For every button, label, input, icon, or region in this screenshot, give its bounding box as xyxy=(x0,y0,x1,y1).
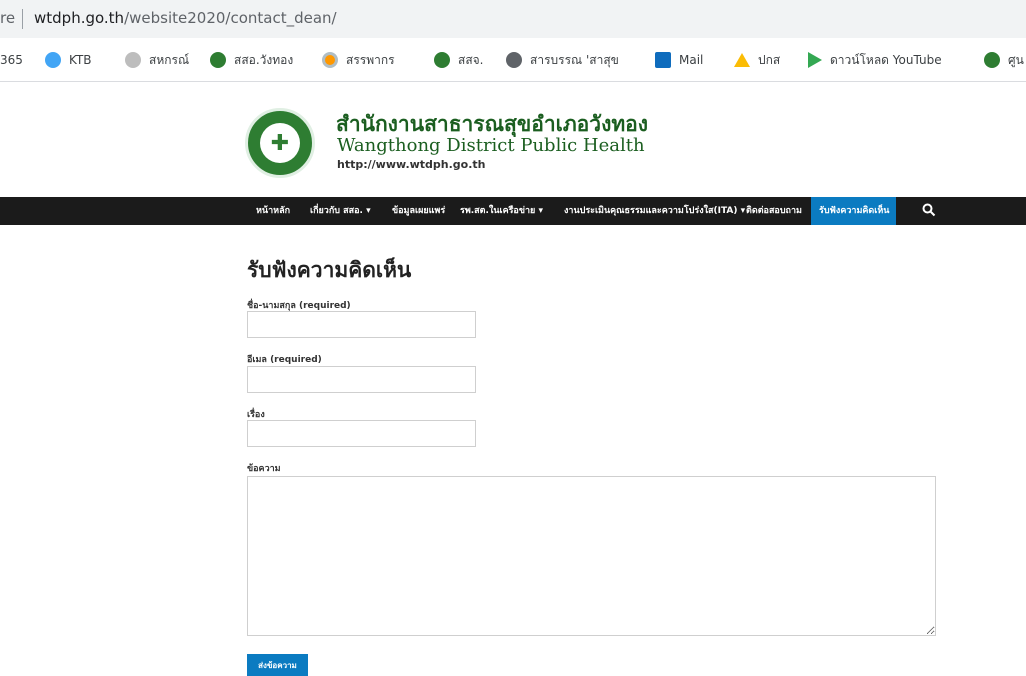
outlook-icon xyxy=(655,52,671,68)
search-icon[interactable] xyxy=(922,203,936,217)
bookmark-label: KTB xyxy=(69,53,92,67)
nav-network-hospitals[interactable]: รพ.สต.ในเครือข่าย ▾ xyxy=(452,197,551,225)
site-name-english: Wangthong District Public Health xyxy=(337,135,645,156)
globe-icon xyxy=(506,52,522,68)
bookmark-mail[interactable]: Mail xyxy=(655,51,703,69)
bookmark-pks[interactable]: ปกส xyxy=(734,51,780,69)
email-input[interactable] xyxy=(247,366,476,393)
url-host: wtdph.go.th xyxy=(34,9,125,27)
bookmark-center[interactable]: ศูน xyxy=(984,51,1024,69)
main-navigation: หน้าหลัก เกี่ยวกับ สสอ. ▾ ข้อมูลเผยแพร่ … xyxy=(0,197,1026,225)
bookmark-sso-wangthong[interactable]: สสอ.วังทอง xyxy=(210,51,293,69)
coop-icon xyxy=(125,52,141,68)
bookmark-365[interactable]: 365 xyxy=(0,51,23,69)
message-textarea[interactable] xyxy=(247,476,936,636)
revenue-icon xyxy=(322,52,338,68)
bookmark-label: ดาวน์โหลด YouTube xyxy=(830,52,942,67)
moph-icon xyxy=(210,52,226,68)
bookmark-label: ปกส xyxy=(758,52,781,67)
moph-logo[interactable]: ✚ xyxy=(245,108,315,178)
caduceus-icon: ✚ xyxy=(260,123,300,163)
bookmarks-bar: 365 KTB สหกรณ์ สสอ.วังทอง สรรพากร สสจ. ส… xyxy=(0,38,1026,82)
bookmark-label: สสจ. xyxy=(458,52,484,67)
bookmark-label: Mail xyxy=(679,53,704,67)
bookmark-label: ศูน xyxy=(1008,52,1024,67)
email-label: อีเมล (required) xyxy=(247,355,322,365)
nav-contact[interactable]: ติดต่อสอบถาม xyxy=(738,197,810,225)
nav-publications[interactable]: ข้อมูลเผยแพร่ xyxy=(384,197,453,225)
bookmark-revenue[interactable]: สรรพากร xyxy=(322,51,395,69)
play-icon xyxy=(808,52,822,68)
bookmark-ssj[interactable]: สสจ. xyxy=(434,51,484,69)
bookmark-coop[interactable]: สหกรณ์ xyxy=(125,51,189,69)
bookmark-youtube-download[interactable]: ดาวน์โหลด YouTube xyxy=(808,51,942,69)
bookmark-label: สารบรรณ 'สาสุข xyxy=(530,52,619,67)
page-title: รับฟังความคิดเห็น xyxy=(247,258,412,282)
nav-about[interactable]: เกี่ยวกับ สสอ. ▾ xyxy=(302,197,379,225)
subject-label: เรื่อง xyxy=(247,410,265,420)
name-label: ชื่อ-นามสกุล (required) xyxy=(247,301,351,311)
moph-icon xyxy=(434,52,450,68)
url-path: /website2020/contact_dean/ xyxy=(124,9,337,27)
nav-feedback[interactable]: รับฟังความคิดเห็น xyxy=(811,197,896,225)
bookmark-label: สสอ.วังทอง xyxy=(234,52,294,67)
bookmark-label: 365 xyxy=(0,53,23,67)
moph-icon xyxy=(984,52,1000,68)
nav-ita[interactable]: งานประเมินคุณธรรมและความโปร่งใส(ITA) ▾ xyxy=(556,197,753,225)
address-bar[interactable]: re wtdph.go.th/website2020/contact_dean/ xyxy=(0,0,1026,38)
message-label: ข้อความ xyxy=(247,464,281,474)
ktb-icon xyxy=(45,52,61,68)
url-text[interactable]: wtdph.go.th/website2020/contact_dean/ xyxy=(34,9,337,27)
site-url: http://www.wtdph.go.th xyxy=(337,158,486,171)
address-separator xyxy=(22,9,23,29)
nav-home[interactable]: หน้าหลัก xyxy=(248,197,298,225)
subject-input[interactable] xyxy=(247,420,476,447)
bookmark-label: สรรพากร xyxy=(346,52,395,67)
bookmark-ktb[interactable]: KTB xyxy=(45,51,92,69)
bookmark-label: สหกรณ์ xyxy=(149,52,190,67)
security-indicator[interactable]: re xyxy=(0,9,15,27)
triangle-icon xyxy=(734,53,750,67)
name-input[interactable] xyxy=(247,311,476,338)
bookmark-saraban[interactable]: สารบรรณ 'สาสุข xyxy=(506,51,619,69)
